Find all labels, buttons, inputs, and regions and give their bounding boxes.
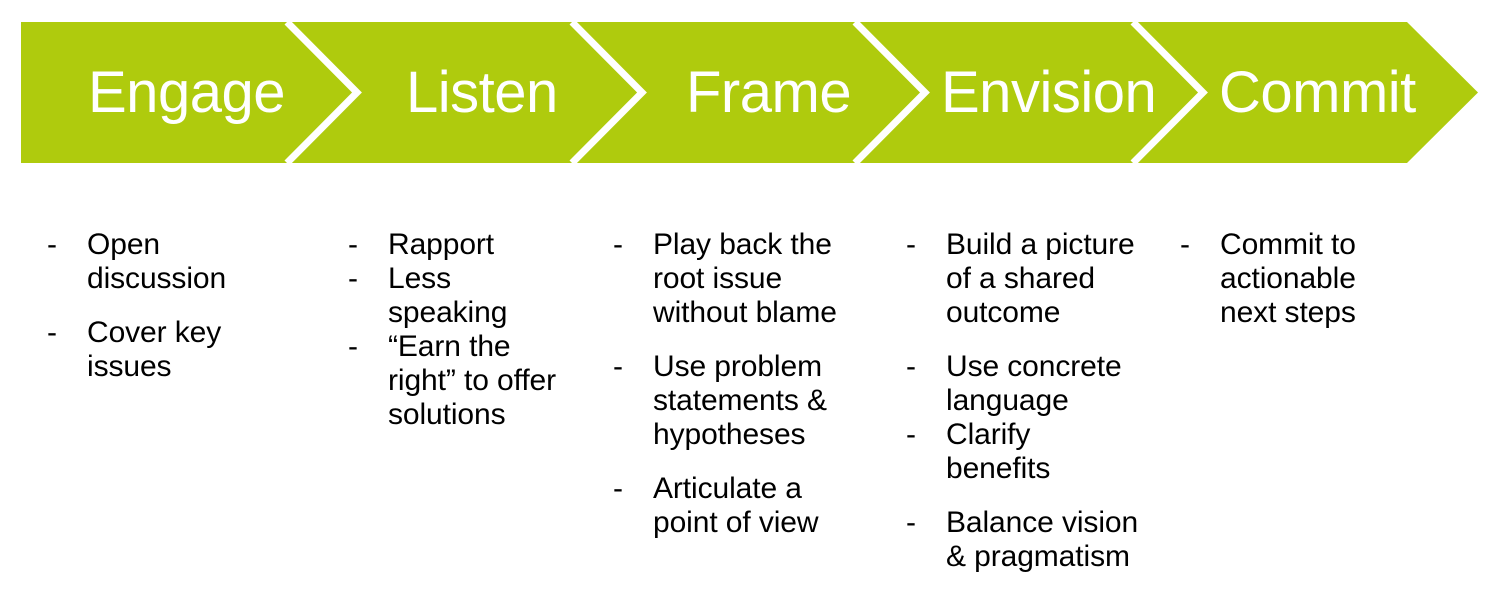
list-item: - Use problem statements & hypotheses bbox=[613, 350, 863, 452]
bullet-columns-region: - Open discussion - Cover key issues - R… bbox=[0, 228, 1500, 588]
bullet-dash-icon: - bbox=[613, 472, 623, 505]
list-item: - Build a picture of a shared outcome bbox=[906, 228, 1156, 330]
bullet-text: Use problem statements & hypotheses bbox=[653, 350, 827, 451]
list-item: - Play back the root issue without blame bbox=[613, 228, 863, 330]
bullet-dash-icon: - bbox=[348, 228, 358, 261]
bullet-column-engage: - Open discussion - Cover key issues bbox=[47, 228, 297, 384]
list-item: - Less speaking bbox=[348, 262, 583, 330]
bullet-text: Less speaking bbox=[388, 262, 508, 329]
bullet-text: Open discussion bbox=[87, 228, 227, 295]
list-item: - Commit to actionable next steps bbox=[1180, 228, 1430, 330]
bullet-column-listen: - Rapport - Less speaking - “Earn the ri… bbox=[348, 228, 583, 432]
list-item: - Open discussion bbox=[47, 228, 297, 296]
stage-label-listen: Listen bbox=[406, 59, 558, 125]
bullet-text: Clarify benefits bbox=[946, 418, 1051, 485]
list-item: - Use concrete language bbox=[906, 350, 1156, 418]
bullet-column-commit: - Commit to actionable next steps bbox=[1180, 228, 1430, 330]
bullet-text: “Earn the right” to offer solutions bbox=[388, 330, 557, 431]
bullet-dash-icon: - bbox=[906, 350, 916, 383]
bullet-text: Use concrete language bbox=[946, 350, 1122, 417]
bullet-text: Rapport bbox=[388, 228, 495, 261]
process-chevron-banner: Engage Listen Frame Envision Commit bbox=[21, 22, 1478, 163]
bullet-dash-icon: - bbox=[906, 418, 916, 451]
list-item: - Articulate a point of view bbox=[613, 472, 863, 540]
list-item: - Clarify benefits bbox=[906, 418, 1156, 486]
bullet-dash-icon: - bbox=[613, 350, 623, 383]
list-item: - “Earn the right” to offer solutions bbox=[348, 330, 583, 432]
bullet-text: Build a picture of a shared outcome bbox=[946, 228, 1135, 329]
bullet-text: Commit to actionable next steps bbox=[1220, 228, 1356, 329]
bullet-text: Balance vision & pragmatism bbox=[946, 506, 1139, 573]
bullet-dash-icon: - bbox=[348, 330, 358, 363]
bullet-text: Articulate a point of view bbox=[653, 472, 819, 539]
stage-label-frame: Frame bbox=[686, 59, 852, 125]
list-item: - Cover key issues bbox=[47, 316, 297, 384]
bullet-dash-icon: - bbox=[906, 228, 916, 261]
bullet-dash-icon: - bbox=[47, 316, 57, 349]
bullet-text: Play back the root issue without blame bbox=[653, 228, 837, 329]
bullet-dash-icon: - bbox=[906, 506, 916, 539]
stage-label-envision: Envision bbox=[941, 59, 1157, 125]
bullet-dash-icon: - bbox=[1180, 228, 1190, 261]
list-item: - Balance vision & pragmatism bbox=[906, 506, 1156, 574]
bullet-text: Cover key issues bbox=[87, 316, 222, 383]
list-item: - Rapport bbox=[348, 228, 583, 262]
stage-label-engage: Engage bbox=[88, 59, 285, 125]
bullet-column-frame: - Play back the root issue without blame… bbox=[613, 228, 863, 540]
bullet-dash-icon: - bbox=[348, 262, 358, 295]
stage-label-commit: Commit bbox=[1219, 59, 1416, 125]
bullet-dash-icon: - bbox=[613, 228, 623, 261]
bullet-column-envision: - Build a picture of a shared outcome - … bbox=[906, 228, 1156, 574]
bullet-dash-icon: - bbox=[47, 228, 57, 261]
